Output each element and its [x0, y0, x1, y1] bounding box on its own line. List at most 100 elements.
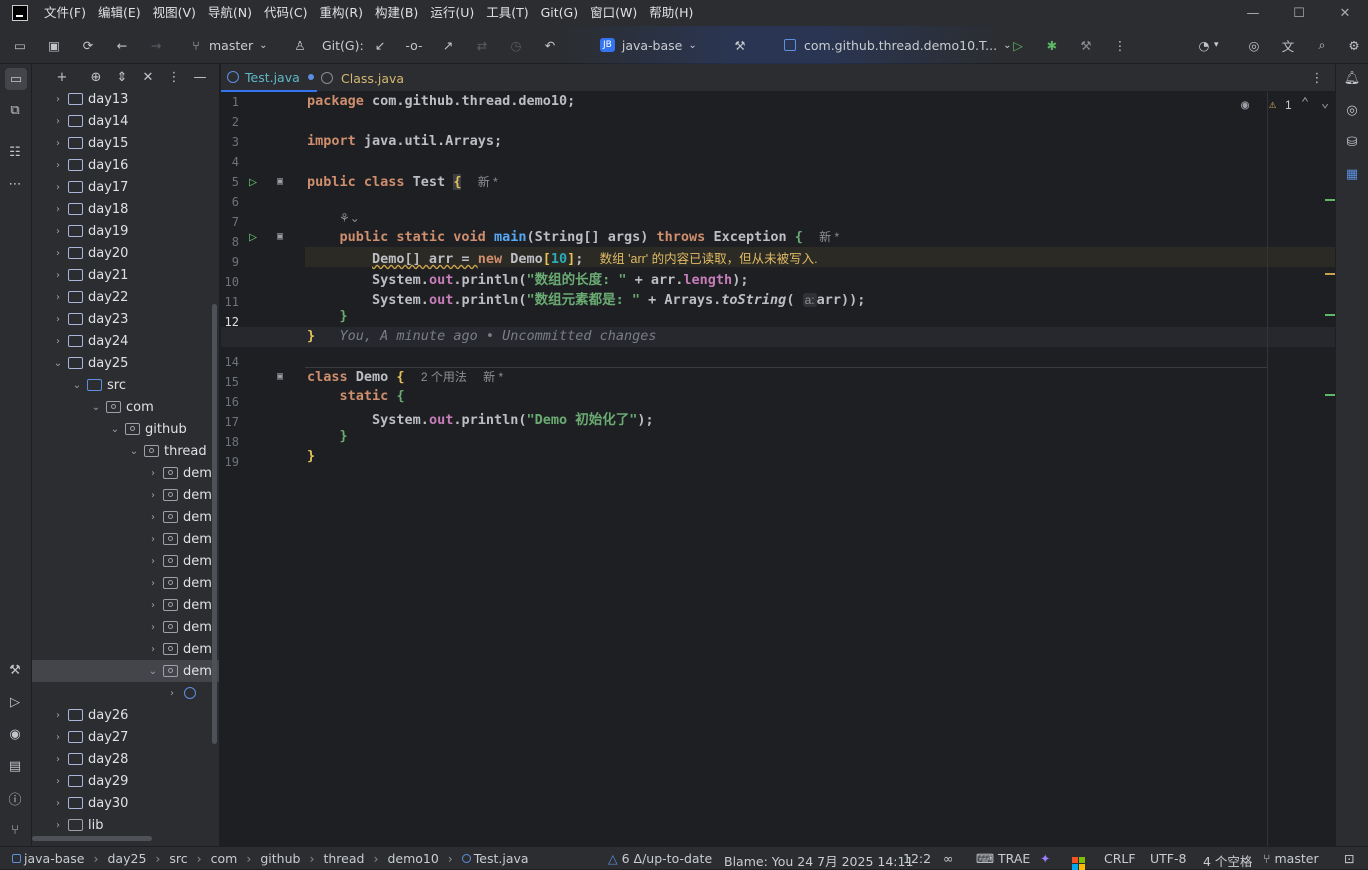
tree-item[interactable]: ⌄ com: [32, 396, 219, 418]
tree-item[interactable]: › day22: [32, 286, 219, 308]
expand-arrow-icon[interactable]: ›: [147, 622, 159, 633]
expand-arrow-icon[interactable]: ⌄: [52, 358, 64, 369]
tree-item[interactable]: › dem: [32, 484, 219, 506]
expand-arrow-icon[interactable]: ⌄: [147, 666, 159, 677]
menu-item[interactable]: 文件(F): [38, 0, 92, 26]
expand-arrow-icon[interactable]: ›: [52, 270, 64, 281]
tree-item[interactable]: › day13: [32, 88, 219, 110]
open-folder-icon[interactable]: ▭: [10, 35, 30, 55]
ai-assistant-icon[interactable]: ◎: [1244, 35, 1264, 55]
expand-arrow-icon[interactable]: ›: [52, 248, 64, 259]
run-gutter-icon[interactable]: ▷: [249, 174, 257, 190]
expand-arrow-icon[interactable]: ›: [147, 512, 159, 523]
breadcrumb-item[interactable]: java-base: [24, 851, 85, 866]
git-merge-icon[interactable]: ⇄: [472, 35, 492, 55]
translate-icon[interactable]: 文: [1278, 35, 1298, 55]
prev-problem-icon[interactable]: ⌃: [1301, 95, 1309, 111]
tree-item[interactable]: › day15: [32, 132, 219, 154]
expand-arrow-icon[interactable]: ›: [52, 776, 64, 787]
git-commit-icon[interactable]: -o-: [404, 35, 424, 55]
git-tool-icon[interactable]: ⑂: [5, 820, 25, 840]
tree-scrollbar-horizontal[interactable]: [32, 836, 152, 841]
tree-item[interactable]: ⌄ src: [32, 374, 219, 396]
tree-item[interactable]: ⌄ thread: [32, 440, 219, 462]
implementations-gutter-icon[interactable]: ▣: [277, 176, 283, 187]
windows-logo-icon[interactable]: [1072, 851, 1085, 870]
tab-test-java[interactable]: Test.java: [221, 64, 317, 92]
calendar-icon[interactable]: ▦: [1342, 164, 1362, 184]
breadcrumb-item[interactable]: src: [169, 851, 187, 866]
history-icon[interactable]: ◷: [506, 35, 526, 55]
tree-item[interactable]: › dem: [32, 638, 219, 660]
profiler-icon[interactable]: ◔: [1194, 35, 1214, 55]
readonly-icon[interactable]: ∞: [943, 851, 953, 866]
expand-arrow-icon[interactable]: ›: [52, 94, 64, 105]
tree-item[interactable]: › day21: [32, 264, 219, 286]
user-icon[interactable]: ♙: [290, 35, 310, 55]
breadcrumb-item[interactable]: demo10: [387, 851, 438, 866]
caret-position[interactable]: 12:2: [903, 851, 931, 866]
tree-item[interactable]: › day27: [32, 726, 219, 748]
expand-arrow-icon[interactable]: ›: [52, 754, 64, 765]
search-icon[interactable]: ⌕: [1312, 35, 1332, 55]
tree-item[interactable]: › day24: [32, 330, 219, 352]
breadcrumb-item[interactable]: com: [211, 851, 238, 866]
more-vertical-icon[interactable]: ⋮: [1110, 35, 1130, 55]
tree-item[interactable]: ⌄ github: [32, 418, 219, 440]
expand-arrow-icon[interactable]: ›: [52, 204, 64, 215]
reader-mode-eye-icon[interactable]: ◉: [1241, 97, 1249, 113]
usages-hint[interactable]: 2 个用法: [421, 370, 467, 384]
run-gutter-icon[interactable]: ▷: [249, 229, 257, 245]
tree-item[interactable]: › dem: [32, 462, 219, 484]
tree-item[interactable]: ⌄ day25: [32, 352, 219, 374]
expand-arrow-icon[interactable]: ›: [52, 292, 64, 303]
rollback-icon[interactable]: ↶: [540, 35, 560, 55]
branch-status[interactable]: ⑂ master: [1263, 851, 1319, 866]
intellij-logo-icon[interactable]: [12, 5, 28, 21]
chevron-down-icon[interactable]: ▾: [1214, 40, 1219, 50]
ai-chat-icon[interactable]: ◎: [1342, 100, 1362, 120]
expand-arrow-icon[interactable]: ⌄: [128, 446, 140, 457]
tree-item[interactable]: › day20: [32, 242, 219, 264]
expand-arrow-icon[interactable]: ›: [52, 226, 64, 237]
hide-icon[interactable]: —: [190, 67, 210, 87]
structure-tool-icon[interactable]: ☷: [5, 142, 25, 162]
save-icon[interactable]: ▣: [44, 35, 64, 55]
implementations-gutter-icon[interactable]: ▣: [277, 371, 283, 382]
add-icon[interactable]: +: [52, 67, 72, 87]
breadcrumb-item[interactable]: github: [260, 851, 300, 866]
tree-item[interactable]: › dem: [32, 572, 219, 594]
vcs-status[interactable]: △ 6 Δ/up-to-date: [608, 851, 712, 866]
file-encoding[interactable]: UTF-8: [1150, 851, 1186, 866]
menu-item[interactable]: Git(G): [535, 0, 585, 26]
commit-tool-icon[interactable]: ⧉: [5, 100, 25, 120]
expand-arrow-icon[interactable]: ›: [52, 710, 64, 721]
expand-arrow-icon[interactable]: ›: [52, 798, 64, 809]
expand-arrow-icon[interactable]: ⌄: [109, 424, 121, 435]
build-icon[interactable]: ⚒: [1076, 35, 1096, 55]
tree-item[interactable]: › day14: [32, 110, 219, 132]
expand-arrow-icon[interactable]: ›: [52, 732, 64, 743]
run-icon[interactable]: ▷: [1008, 35, 1028, 55]
implementations-gutter-icon[interactable]: ▣: [277, 231, 283, 242]
git-update-icon[interactable]: ↙: [370, 35, 390, 55]
debug-icon[interactable]: ✱: [1042, 35, 1062, 55]
project-tool-icon[interactable]: ▭: [5, 68, 27, 90]
expand-arrow-icon[interactable]: ›: [147, 556, 159, 567]
expand-arrow-icon[interactable]: ›: [52, 138, 64, 149]
trae-status[interactable]: ⌨ TRAE: [976, 851, 1030, 866]
plugin-icon[interactable]: ✦: [1040, 851, 1050, 866]
database-icon[interactable]: ⛁: [1342, 132, 1362, 152]
tree-item[interactable]: › dem: [32, 506, 219, 528]
tree-item[interactable]: › day23: [32, 308, 219, 330]
code-editor[interactable]: 12345678910111213141516171819 ▷ ▣ ▷ ▣ ▣ …: [221, 92, 1335, 846]
expand-all-icon[interactable]: ⇕: [112, 67, 132, 87]
expand-arrow-icon[interactable]: ›: [147, 490, 159, 501]
tree-item[interactable]: › day30: [32, 792, 219, 814]
menu-item[interactable]: 帮助(H): [643, 0, 699, 26]
notifications-icon[interactable]: 🔔︎: [1342, 68, 1362, 88]
expand-arrow-icon[interactable]: ›: [52, 314, 64, 325]
maximize-icon[interactable]: ☐: [1276, 0, 1322, 26]
expand-arrow-icon[interactable]: ›: [147, 578, 159, 589]
tree-item[interactable]: › dem: [32, 528, 219, 550]
